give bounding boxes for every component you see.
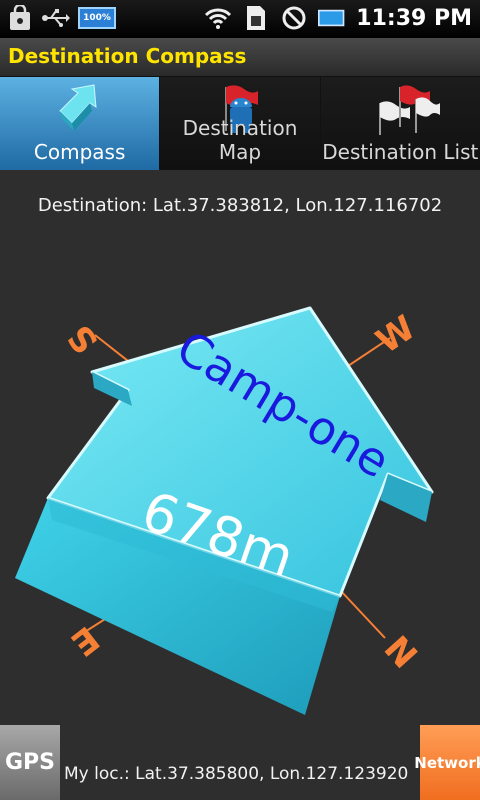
app-title: Destination Compass — [8, 44, 247, 68]
compass-arrow-icon — [50, 83, 110, 139]
compass-label-east: E — [63, 618, 106, 664]
network-label: Network — [414, 753, 480, 772]
battery-percent-icon: 100% — [78, 7, 116, 29]
destination-coordinates: Destination: Lat.37.383812, Lon.127.1167… — [37, 195, 443, 216]
app-title-bar: Destination Compass — [0, 38, 480, 77]
battery-icon — [318, 4, 346, 32]
usb-icon — [42, 4, 70, 32]
flags-list-icon — [370, 83, 441, 139]
compass-label-south: S — [60, 317, 107, 361]
tab-destination-map[interactable]: Destination Map — [160, 77, 321, 170]
my-location: My loc.: Lat.37.385800, Lon.127.123920 — [64, 764, 409, 784]
status-time: 11:39 PM — [356, 5, 472, 31]
compass-line-n — [339, 589, 386, 639]
sim-card-icon — [242, 4, 270, 32]
tab-bar: Compass Destination Map Destination List — [0, 77, 480, 170]
compass-label-west: W — [369, 308, 422, 362]
gps-button[interactable]: GPS — [0, 725, 60, 800]
tab-destination-list-label: Destination List — [322, 140, 479, 164]
network-button[interactable]: Network — [414, 725, 480, 800]
status-bar: 100% 11:39 PM — [0, 0, 480, 38]
tab-destination-list[interactable]: Destination List — [320, 77, 480, 170]
tab-compass[interactable]: Compass — [0, 77, 161, 170]
tab-destination-map-label: Destination Map — [182, 116, 298, 164]
gps-label: GPS — [4, 750, 56, 775]
do-not-disturb-icon — [280, 4, 308, 32]
wifi-icon — [204, 4, 232, 32]
shopping-bag-icon — [6, 4, 34, 32]
compass-view: S W E N Camp-one 678m — [0, 260, 480, 720]
tab-compass-label: Compass — [33, 140, 126, 164]
